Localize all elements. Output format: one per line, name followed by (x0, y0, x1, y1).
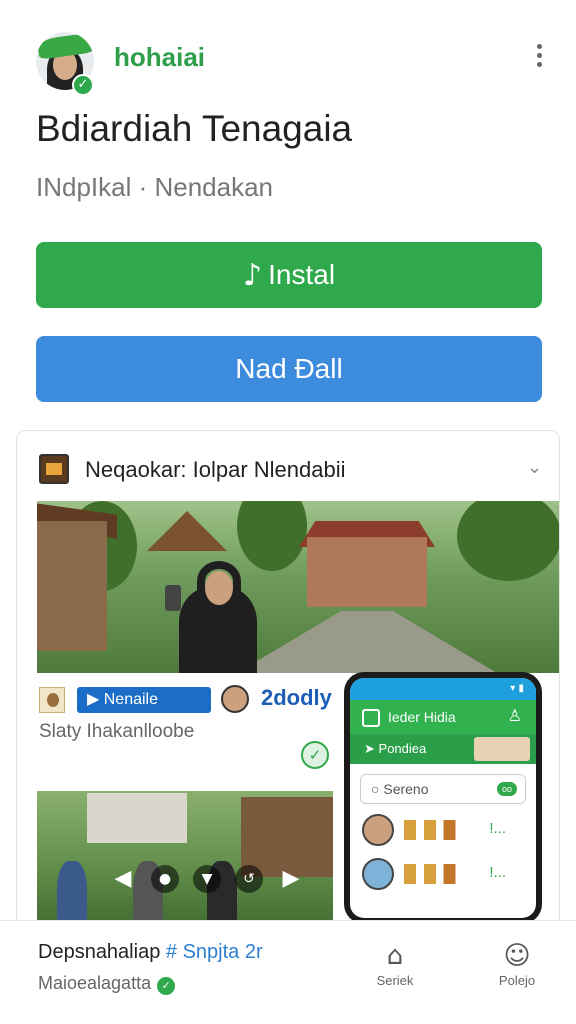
list-avatar (362, 858, 394, 890)
chevron-down-icon[interactable]: ⌄ (527, 457, 542, 478)
village-path (237, 611, 497, 673)
post-description: Slaty Ihakanlloobe (39, 721, 195, 742)
tree (457, 501, 559, 581)
gazebo-roof (147, 511, 227, 551)
list-action[interactable]: !... (489, 864, 506, 881)
phone-menu-bar[interactable]: ➤ Pondiea (350, 734, 536, 764)
nav-label-home: Seriek (376, 973, 414, 988)
person-hijab (197, 561, 241, 601)
phone-status-bar: ▾ ▮ (350, 678, 536, 700)
phone-screen: ▾ ▮ Ieder Hidia ♙ ➤ Pondiea ○ Sereno oo … (350, 678, 536, 918)
next-icon[interactable]: ▶ (277, 865, 305, 893)
phone-in-hand (165, 585, 181, 611)
bottom-subtitle-text: Maioealagatta (38, 973, 152, 993)
house (37, 521, 107, 651)
play-pause-icon[interactable]: ● (151, 865, 179, 893)
like-check-icon[interactable]: ✓ (301, 741, 329, 769)
bottom-subtitle: Maioealagatta ✓ (38, 973, 176, 995)
app-header: ✓ hohaiai Bdiardiah Tenagaia INdpIkal · … (0, 0, 576, 420)
card-app-icon (39, 454, 69, 484)
verified-check-icon: ✓ (157, 977, 176, 995)
person-icon[interactable]: ♙ (508, 700, 522, 734)
install-button[interactable]: ♪ Instal (36, 242, 542, 308)
brand-name[interactable]: hohaiai (114, 42, 205, 73)
app-page: ✓ hohaiai Bdiardiah Tenagaia INdpIkal · … (0, 0, 576, 1024)
list-avatar (362, 814, 394, 846)
verified-check-icon: ✓ (72, 74, 94, 96)
send-icon: ➤ (364, 741, 375, 756)
menu-image (474, 737, 530, 761)
read-button[interactable]: Nad Ðall (36, 336, 542, 402)
phone-app-bar: Ieder Hidia ♙ (350, 700, 536, 734)
post-tag[interactable]: ▶ Nenaile (77, 687, 211, 713)
bottom-title-text: Depsnahaliap (38, 941, 161, 963)
bottom-bar: Depsnahaliap # Snpjta 2r Maioealagatta ✓ … (0, 920, 576, 1024)
nav-item-profile[interactable]: ☺ Polejo (482, 939, 552, 988)
card-title: Neqaokar: Iolpar Nlendabii (85, 457, 346, 482)
app-title: Bdiardiah Tenagaia (36, 108, 353, 149)
house (87, 793, 187, 843)
note-icon: ♪ (242, 257, 263, 293)
app-icon (362, 709, 380, 728)
phone-search-placeholder: Sereno (383, 781, 429, 797)
woman-with-phone (161, 557, 261, 673)
profile-icon: ☺ (503, 941, 531, 971)
read-label: Nad Ðall (235, 353, 343, 384)
list-item[interactable]: !... (360, 856, 526, 892)
list-figures (404, 864, 464, 884)
bottom-title: Depsnahaliap # Snpjta 2r (38, 941, 263, 964)
search-icon: ○ (371, 781, 380, 797)
post-info-row: ▶ Nenaile 2dodly (39, 685, 339, 715)
village-video[interactable]: ◀ ● ▼ ↺ ▶ (37, 791, 333, 929)
post-tag-label: Nenaile (103, 691, 159, 708)
house (307, 537, 427, 607)
install-label: Instal (268, 259, 336, 290)
user-avatar[interactable] (221, 685, 249, 713)
app-subtitle: INdpIkal · Nendakan (36, 172, 274, 202)
signal-icon: ▾ ▮ (510, 683, 524, 694)
search-badge[interactable]: oo (497, 782, 517, 796)
village-photo[interactable] (37, 501, 559, 673)
prev-icon[interactable]: ◀ (109, 865, 137, 893)
nav-label-profile: Polejo (498, 973, 536, 988)
phone-mockup: ▾ ▮ Ieder Hidia ♙ ➤ Pondiea ○ Sereno oo … (344, 672, 542, 924)
bottom-title-tag[interactable]: # Snpjta 2r (166, 941, 263, 963)
video-controls: ◀ ● ▼ ↺ ▶ (109, 859, 309, 899)
nav-item-home[interactable]: ⌂ Seriek (360, 939, 430, 988)
user-handle[interactable]: 2dodly (261, 685, 332, 711)
replay-icon[interactable]: ↺ (235, 865, 263, 893)
list-action[interactable]: !... (489, 820, 506, 837)
phone-app-title: Ieder Hidia (388, 709, 456, 725)
phone-search-input[interactable]: ○ Sereno oo (360, 774, 526, 804)
phone-menu-label: Pondiea (378, 741, 427, 756)
list-item[interactable]: !... (360, 812, 526, 848)
post-thumbnail[interactable] (39, 687, 65, 713)
more-options-icon[interactable] (532, 44, 546, 70)
home-icon: ⌂ (386, 941, 404, 971)
comment-icon[interactable]: ▼ (193, 865, 221, 893)
avatar-hat (36, 32, 94, 60)
list-figures (404, 820, 464, 840)
